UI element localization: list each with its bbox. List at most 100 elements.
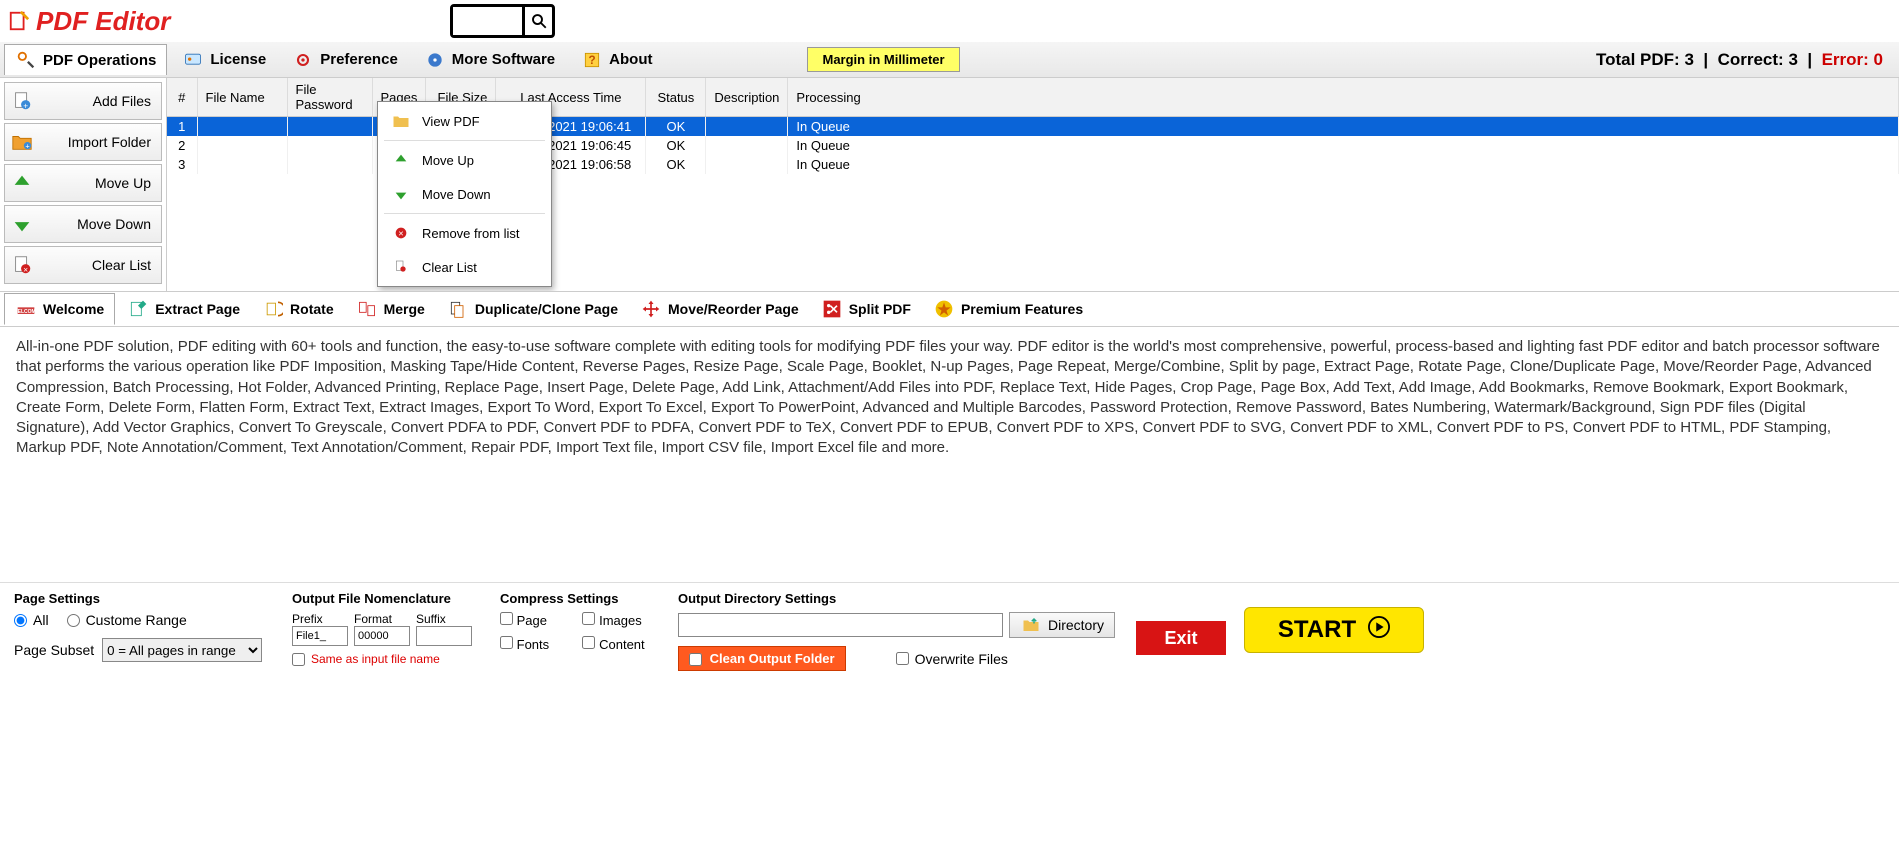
menu-license[interactable]: License bbox=[171, 44, 277, 76]
tab-extract-page[interactable]: Extract Page bbox=[117, 294, 250, 324]
tab-merge[interactable]: Merge bbox=[346, 294, 435, 324]
import-folder-button[interactable]: + Import Folder bbox=[4, 123, 162, 161]
down-arrow-icon bbox=[11, 213, 33, 235]
tab-move-reorder[interactable]: Move/Reorder Page bbox=[630, 294, 809, 324]
col-status[interactable]: Status bbox=[646, 78, 706, 117]
compress-title: Compress Settings bbox=[500, 591, 660, 606]
premium-icon bbox=[933, 298, 955, 320]
down-arrow-icon bbox=[390, 183, 412, 205]
chk-images[interactable]: Images bbox=[582, 612, 660, 628]
folder-icon: + bbox=[11, 131, 33, 153]
search-button[interactable] bbox=[522, 7, 552, 35]
rotate-icon bbox=[262, 298, 284, 320]
clear-icon: × bbox=[11, 254, 33, 276]
menu-label: More Software bbox=[452, 51, 555, 68]
app-title: PDF Editor bbox=[36, 6, 170, 37]
menu-label: About bbox=[609, 51, 652, 68]
clean-output-button[interactable]: Clean Output Folder bbox=[678, 646, 846, 671]
chk-page[interactable]: Page bbox=[500, 612, 564, 628]
menu-bar: PDF Operations License Preference More S… bbox=[0, 42, 1899, 78]
play-icon bbox=[1368, 616, 1390, 645]
ctx-move-down[interactable]: Move Down bbox=[380, 177, 549, 211]
directory-button[interactable]: Directory bbox=[1009, 612, 1115, 638]
chk-fonts[interactable]: Fonts bbox=[500, 636, 564, 652]
clean-output-checkbox[interactable] bbox=[689, 653, 702, 666]
add-file-icon: + bbox=[11, 90, 33, 112]
menu-pdf-operations[interactable]: PDF Operations bbox=[4, 44, 167, 75]
svg-text:+: + bbox=[25, 141, 29, 150]
chk-content[interactable]: Content bbox=[582, 636, 660, 652]
margin-badge: Margin in Millimeter bbox=[807, 47, 959, 72]
separator bbox=[384, 140, 545, 141]
merge-icon bbox=[356, 298, 378, 320]
col-filename[interactable]: File Name bbox=[197, 78, 287, 117]
tab-premium[interactable]: Premium Features bbox=[923, 294, 1093, 324]
tab-split[interactable]: Split PDF bbox=[811, 294, 921, 324]
menu-label: License bbox=[210, 51, 266, 68]
output-dir-input[interactable] bbox=[678, 613, 1003, 637]
col-password[interactable]: File Password bbox=[287, 78, 372, 117]
col-description[interactable]: Description bbox=[706, 78, 788, 117]
ctx-remove[interactable]: × Remove from list bbox=[380, 216, 549, 250]
move-down-button[interactable]: Move Down bbox=[4, 205, 162, 243]
page-settings-title: Page Settings bbox=[14, 591, 274, 606]
bottom-panel: Page Settings All Custome Range Page Sub… bbox=[0, 582, 1899, 679]
page-settings-group: Page Settings All Custome Range Page Sub… bbox=[14, 591, 274, 662]
clear-icon bbox=[390, 256, 412, 278]
tabs: WELCOME Welcome Extract Page Rotate Merg… bbox=[0, 291, 1899, 327]
search-input[interactable] bbox=[453, 7, 522, 35]
folder-up-icon bbox=[1020, 614, 1042, 636]
ctx-view-pdf[interactable]: View PDF bbox=[380, 104, 549, 138]
welcome-description: All-in-one PDF solution, PDF editing wit… bbox=[0, 327, 1899, 582]
app-logo: PDF Editor bbox=[8, 6, 170, 37]
menu-more-software[interactable]: More Software bbox=[413, 44, 566, 76]
menu-label: Preference bbox=[320, 51, 398, 68]
svg-text:×: × bbox=[23, 265, 28, 274]
exit-button[interactable]: Exit bbox=[1136, 621, 1226, 655]
up-arrow-icon bbox=[390, 149, 412, 171]
extract-icon bbox=[127, 298, 149, 320]
pdf-editor-icon bbox=[8, 10, 30, 32]
nomenclature-title: Output File Nomenclature bbox=[292, 591, 482, 606]
menu-about[interactable]: ? About bbox=[570, 44, 663, 76]
clear-list-button[interactable]: × Clear List bbox=[4, 246, 162, 284]
ctx-clear[interactable]: Clear List bbox=[380, 250, 549, 284]
subset-select[interactable]: 0 = All pages in range bbox=[102, 638, 262, 662]
radio-all[interactable]: All bbox=[14, 612, 49, 628]
move-icon bbox=[640, 298, 662, 320]
sidebar: + Add Files + Import Folder Move Up Move… bbox=[0, 78, 167, 291]
same-as-input-checkbox[interactable] bbox=[292, 653, 305, 666]
search-box bbox=[450, 4, 555, 38]
svg-text:?: ? bbox=[589, 54, 596, 67]
tab-rotate[interactable]: Rotate bbox=[252, 294, 344, 324]
col-processing[interactable]: Processing bbox=[788, 78, 1899, 117]
welcome-icon: WELCOME bbox=[15, 298, 37, 320]
disc-icon bbox=[424, 49, 446, 71]
gear-wrench-icon bbox=[15, 49, 37, 71]
menu-preference[interactable]: Preference bbox=[281, 44, 409, 76]
license-icon bbox=[182, 49, 204, 71]
tab-welcome[interactable]: WELCOME Welcome bbox=[4, 293, 115, 325]
file-table: # File Name File Password Pages File Siz… bbox=[167, 78, 1899, 291]
format-input[interactable] bbox=[354, 626, 410, 646]
start-button[interactable]: START bbox=[1244, 607, 1424, 653]
remove-icon: × bbox=[390, 222, 412, 244]
context-menu: View PDF Move Up Move Down × Remove from… bbox=[377, 101, 552, 287]
radio-custom[interactable]: Custome Range bbox=[67, 612, 187, 628]
ctx-move-up[interactable]: Move Up bbox=[380, 143, 549, 177]
overwrite-checkbox[interactable]: Overwrite Files bbox=[896, 651, 1008, 667]
move-up-button[interactable]: Move Up bbox=[4, 164, 162, 202]
suffix-input[interactable] bbox=[416, 626, 472, 646]
prefix-input[interactable] bbox=[292, 626, 348, 646]
search-icon bbox=[528, 10, 550, 32]
add-files-button[interactable]: + Add Files bbox=[4, 82, 162, 120]
separator bbox=[384, 213, 545, 214]
col-index[interactable]: # bbox=[167, 78, 197, 117]
svg-text:+: + bbox=[23, 101, 28, 110]
about-icon: ? bbox=[581, 49, 603, 71]
menu-label: PDF Operations bbox=[43, 52, 156, 69]
svg-text:WELCOME: WELCOME bbox=[16, 309, 36, 315]
svg-text:×: × bbox=[398, 228, 403, 238]
split-icon bbox=[821, 298, 843, 320]
tab-duplicate[interactable]: Duplicate/Clone Page bbox=[437, 294, 628, 324]
